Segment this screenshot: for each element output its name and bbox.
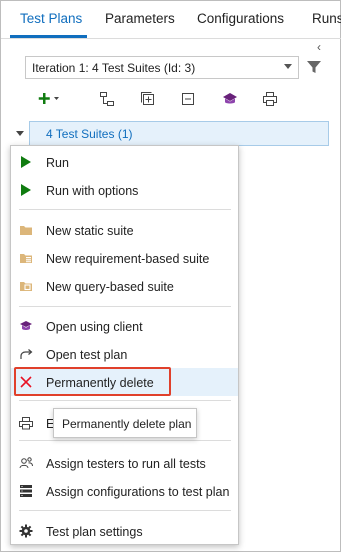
menu-divider <box>19 440 231 441</box>
tab-bar: Test Plans Parameters Configurations Run… <box>1 1 341 39</box>
test-plans-panel: Test Plans Parameters Configurations Run… <box>0 0 341 552</box>
visual-studio-icon <box>19 319 33 333</box>
expand-all-icon <box>141 92 154 105</box>
menu-item-label: Run <box>46 156 69 170</box>
tree-root-label: 4 Test Suites (1) <box>46 127 133 141</box>
menu-divider <box>19 400 231 401</box>
menu-item-new-requirement-suite[interactable]: New requirement-based suite <box>11 244 238 272</box>
iteration-select-value: Iteration 1: 4 Test Suites (Id: 3) <box>32 61 196 75</box>
highlight-annotation-box <box>14 367 171 396</box>
tooltip-text: Permanently delete plan <box>62 417 192 431</box>
add-menu-button[interactable] <box>37 89 65 109</box>
menu-item-open-test-plan[interactable]: Open test plan <box>11 340 238 368</box>
visual-studio-icon <box>223 93 237 104</box>
menu-item-label: Test plan settings <box>46 525 143 539</box>
menu-item-label: New query-based suite <box>46 280 174 294</box>
add-icon <box>38 93 50 104</box>
collapse-all-button[interactable] <box>180 89 196 109</box>
play-icon <box>19 155 33 169</box>
menu-item-test-plan-settings[interactable]: Test plan settings <box>11 517 238 545</box>
menu-divider <box>19 209 231 210</box>
configurations-icon <box>19 484 33 498</box>
tree-expander-caret-icon[interactable] <box>16 131 24 136</box>
menu-item-open-using-client[interactable]: Open using client <box>11 312 238 340</box>
menu-item-label: Run with options <box>46 184 139 198</box>
tab-runs[interactable]: Runs <box>312 11 341 26</box>
play-icon <box>19 183 33 197</box>
menu-item-label: Assign testers to run all tests <box>46 457 206 471</box>
print-icon <box>263 92 277 106</box>
menu-item-label: New requirement-based suite <box>46 252 210 266</box>
menu-item-assign-configurations[interactable]: Assign configurations to test plan <box>11 477 238 505</box>
menu-item-new-static-suite[interactable]: New static suite <box>11 216 238 244</box>
tab-configurations[interactable]: Configurations <box>197 11 284 26</box>
filter-icon[interactable] <box>306 59 322 75</box>
menu-item-label: New static suite <box>46 224 134 238</box>
requirement-suite-icon <box>19 251 33 265</box>
menu-item-label: Open test plan <box>46 348 128 362</box>
tooltip: Permanently delete plan <box>53 408 197 438</box>
menu-item-label: Open using client <box>46 320 143 334</box>
chevron-down-icon <box>54 97 59 100</box>
menu-item-assign-testers[interactable]: Assign testers to run all tests <box>11 449 238 477</box>
tab-test-plans[interactable]: Test Plans <box>20 11 82 26</box>
print-button[interactable] <box>262 89 278 109</box>
collapse-pane-chevron-icon[interactable]: ‹ <box>313 41 325 53</box>
collapse-all-icon <box>182 93 194 105</box>
chevron-down-icon <box>284 64 292 69</box>
folder-icon <box>19 223 33 237</box>
tree-root-suite[interactable]: 4 Test Suites (1) <box>29 121 329 146</box>
active-tab-indicator <box>10 35 87 38</box>
gear-icon <box>19 524 33 538</box>
new-suite-hierarchy-button[interactable] <box>99 89 115 109</box>
export-icon <box>19 416 33 430</box>
new-suite-hierarchy-icon <box>100 92 114 106</box>
menu-item-label: Assign configurations to test plan <box>46 485 230 499</box>
menu-item-new-query-suite[interactable]: New query-based suite <box>11 272 238 300</box>
menu-divider <box>19 510 231 511</box>
assign-testers-icon <box>19 456 33 470</box>
menu-item-run[interactable]: Run <box>11 148 238 176</box>
expand-all-button[interactable] <box>140 89 156 109</box>
menu-item-run-with-options[interactable]: Run with options <box>11 176 238 204</box>
context-menu: Run Run with options New static suite Ne… <box>10 145 239 545</box>
tab-parameters[interactable]: Parameters <box>105 11 175 26</box>
iteration-select[interactable]: Iteration 1: 4 Test Suites (Id: 3) <box>25 56 299 79</box>
menu-divider <box>19 306 231 307</box>
open-client-button[interactable] <box>221 89 239 109</box>
redirect-arrow-icon <box>19 347 33 361</box>
query-suite-icon <box>19 279 33 293</box>
